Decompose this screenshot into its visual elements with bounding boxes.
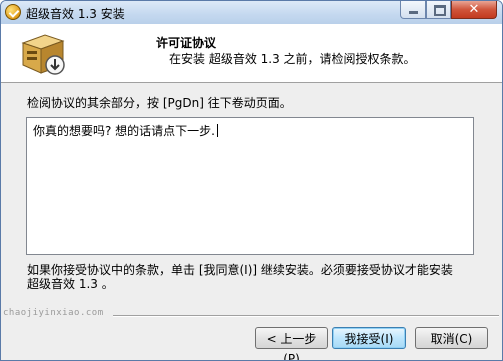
text-caret <box>217 124 218 137</box>
installer-box-icon <box>21 34 65 75</box>
maximize-button[interactable] <box>426 1 451 19</box>
agreement-note-line1: 如果你接受协议中的条款，单击 [我同意(I)] 继续安装。必须要接受协议才能安装 <box>27 263 453 277</box>
wizard-body: 检阅协议的其余部分，按 [PgDn] 往下卷动页面。 你真的想要吗? 想的话请点… <box>1 83 502 360</box>
wizard-header: 许可证协议 在安装 超级音效 1.3 之前，请检阅授权条款。 <box>1 24 502 83</box>
agreement-note-line2: 超级音效 1.3 。 <box>27 277 114 291</box>
back-button[interactable]: < 上一步(P) <box>255 327 328 360</box>
separator <box>113 315 499 317</box>
window-title: 超级音效 1.3 安装 <box>26 7 125 21</box>
accept-button[interactable]: 我接受(I) <box>332 327 406 349</box>
close-button[interactable]: ✕ <box>451 1 497 19</box>
app-icon <box>5 4 21 20</box>
agreement-note: 如果你接受协议中的条款，单击 [我同意(I)] 继续安装。必须要接受协议才能安装… <box>27 263 487 291</box>
title-bar[interactable]: 超级音效 1.3 安装 ✕ <box>1 1 502 24</box>
cancel-button[interactable]: 取消(C) <box>415 327 488 349</box>
license-text-area[interactable]: 你真的想要吗? 想的话请点下一步. <box>26 117 474 255</box>
instruction-text: 检阅协议的其余部分，按 [PgDn] 往下卷动页面。 <box>27 96 292 110</box>
minimize-button[interactable] <box>400 1 426 19</box>
license-text: 你真的想要吗? 想的话请点下一步. <box>33 124 215 138</box>
close-icon: ✕ <box>468 2 480 17</box>
watermark: chaojiyinxiao.com <box>3 308 104 318</box>
page-title: 许可证协议 <box>156 36 217 50</box>
installer-window: 超级音效 1.3 安装 ✕ 许可证协议 在安装 超级音效 1.3 之前，请检阅授… <box>0 0 503 361</box>
page-subtitle: 在安装 超级音效 1.3 之前，请检阅授权条款。 <box>169 52 416 66</box>
